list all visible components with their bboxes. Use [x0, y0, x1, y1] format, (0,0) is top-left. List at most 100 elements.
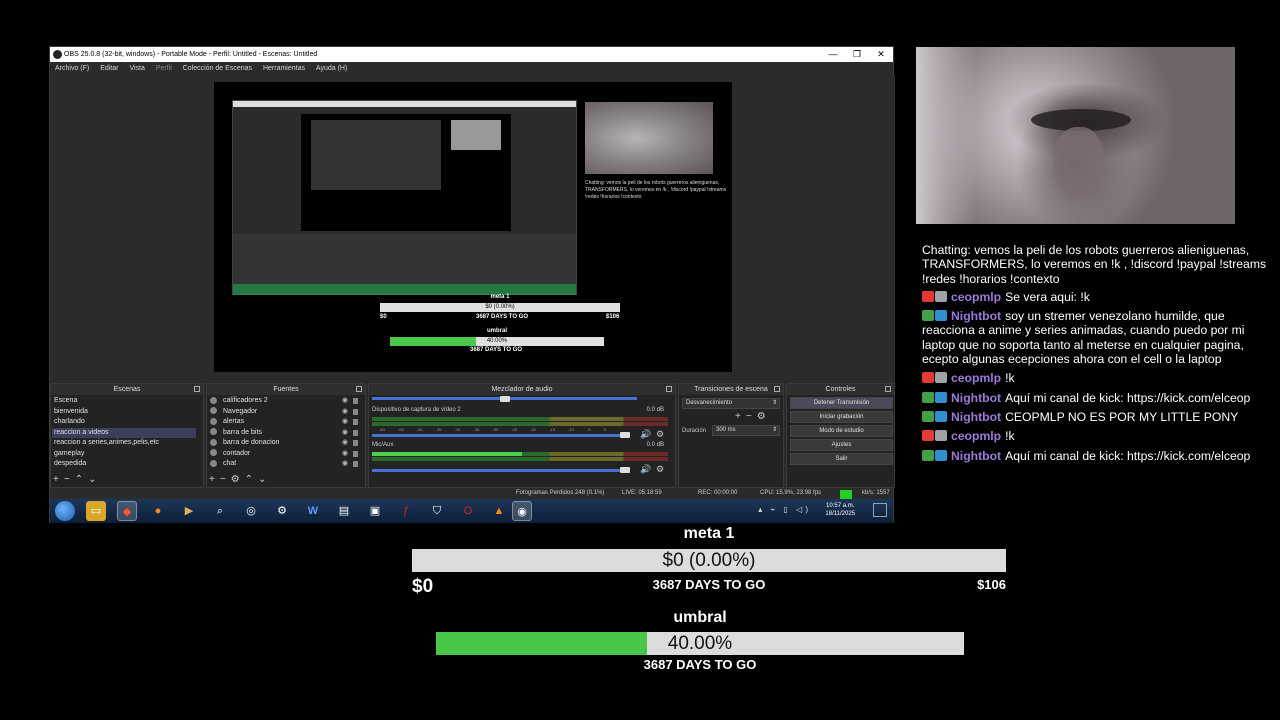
scene-item[interactable]: gameplay: [52, 449, 196, 460]
remove-scene-button[interactable]: −: [64, 474, 75, 485]
remove-transition-button[interactable]: −: [746, 411, 757, 422]
eye-icon[interactable]: ◉: [342, 407, 348, 418]
mixer-dock-title: Mezclador de audio: [491, 386, 553, 393]
add-scene-button[interactable]: +: [53, 474, 64, 485]
meta-goal-max: $106: [977, 577, 1006, 592]
flash-icon[interactable]: ƒ: [396, 501, 416, 521]
undock-icon[interactable]: [666, 386, 672, 392]
lock-icon[interactable]: [353, 408, 358, 415]
source-item[interactable]: barra de bits ◉: [208, 428, 358, 439]
system-tray[interactable]: ▴ ⌁ ▯ ◁): [758, 505, 811, 514]
show-desktop-button[interactable]: [873, 503, 887, 517]
gear-icon[interactable]: ⚙: [656, 464, 664, 475]
chat-overlay: Chatting: vemos la peli de los robots gu…: [922, 243, 1267, 468]
preview-meta-title: meta 1: [490, 294, 510, 300]
word-icon[interactable]: W: [303, 501, 323, 521]
source-item[interactable]: contador ◉: [208, 449, 358, 460]
network-icon[interactable]: ▤: [334, 501, 354, 521]
undock-icon[interactable]: [774, 386, 780, 392]
studio-mode-button[interactable]: Modo de estudio: [790, 425, 893, 437]
menu-archivo[interactable]: Archivo (F): [55, 62, 89, 75]
eye-icon[interactable]: ◉: [342, 417, 348, 428]
transitions-dock-title: Transiciones de escena: [694, 386, 768, 393]
scene-item-selected[interactable]: reaccion a videos: [52, 427, 196, 438]
settings-button[interactable]: Ajustes: [790, 439, 893, 451]
folder-icon[interactable]: ▭: [86, 501, 106, 521]
source-item[interactable]: alertas ◉: [208, 417, 358, 428]
opera-icon[interactable]: O: [458, 501, 478, 521]
start-button-icon[interactable]: [55, 501, 75, 521]
source-settings-icon[interactable]: ⚙: [231, 474, 245, 485]
source-item[interactable]: chat ◉: [208, 459, 358, 470]
lock-icon[interactable]: [353, 440, 358, 446]
volume-slider-knob[interactable]: [500, 396, 510, 402]
scene-item[interactable]: charlando: [52, 417, 196, 428]
gear-icon[interactable]: ⚙: [757, 411, 771, 422]
volume-slider-knob[interactable]: [620, 432, 630, 438]
move-down-button[interactable]: ⌄: [88, 474, 101, 485]
app-icon[interactable]: ◎: [241, 501, 261, 521]
eye-icon[interactable]: ◉: [342, 428, 348, 439]
firefox-icon[interactable]: ●: [148, 501, 168, 521]
lock-icon[interactable]: [353, 398, 358, 404]
lock-icon[interactable]: [353, 450, 358, 457]
eye-icon[interactable]: ◉: [342, 396, 348, 407]
menu-herramientas[interactable]: Herramientas: [263, 62, 305, 75]
vlc-icon[interactable]: ▲: [489, 501, 509, 521]
search-icon[interactable]: ⌕: [210, 501, 230, 521]
start-recording-button[interactable]: Iniciar grabación: [790, 411, 893, 423]
transition-select[interactable]: Desvanecimiento ⇕: [682, 398, 780, 409]
menu-coleccion-escenas[interactable]: Colección de Escenas: [183, 62, 252, 75]
speaker-icon[interactable]: 🔊: [640, 464, 651, 475]
obs-icon[interactable]: ◉: [512, 501, 532, 521]
eye-icon[interactable]: ◉: [342, 459, 348, 470]
duration-input[interactable]: 300 ms ⇕: [712, 425, 780, 436]
exit-button[interactable]: Salir: [790, 453, 893, 465]
clock-time: 10:57 a.m.: [826, 503, 855, 509]
shield-icon[interactable]: ⛉: [427, 501, 447, 521]
speaker-icon[interactable]: 🔊: [640, 429, 651, 440]
lock-icon[interactable]: [353, 419, 358, 425]
minimize-button[interactable]: —: [821, 47, 845, 62]
remove-source-button[interactable]: −: [220, 474, 231, 485]
source-item[interactable]: Navegador ◉: [208, 407, 358, 418]
undock-icon[interactable]: [885, 386, 891, 392]
menu-vista[interactable]: Vista: [129, 62, 144, 75]
add-source-button[interactable]: +: [209, 474, 220, 485]
lock-icon[interactable]: [353, 429, 358, 436]
obs-window: OBS 25.0.8 (32-bit, windows) - Portable …: [49, 46, 895, 523]
gear-icon[interactable]: ⚙: [656, 429, 664, 440]
menu-editar[interactable]: Editar: [100, 62, 118, 75]
move-up-button[interactable]: ⌃: [75, 474, 88, 485]
obs-titlebar[interactable]: OBS 25.0.8 (32-bit, windows) - Portable …: [50, 47, 893, 62]
stop-streaming-button[interactable]: Detener Transmisión: [790, 397, 893, 409]
undock-icon[interactable]: [194, 386, 200, 392]
maximize-button[interactable]: ❐: [845, 47, 869, 62]
undock-icon[interactable]: [356, 386, 362, 392]
menu-ayuda[interactable]: Ayuda (H): [316, 62, 347, 75]
scene-item[interactable]: reaccion a series,animes,pelis,etc: [52, 438, 196, 449]
scene-item[interactable]: Escena: [52, 396, 196, 407]
source-item[interactable]: barra de donacion ◉: [208, 438, 358, 449]
stepper-icon[interactable]: ⇕: [772, 426, 777, 435]
program-preview[interactable]: Chatting: vemos la peli de los robots gu…: [214, 82, 732, 372]
umbral-goal-days: 3687 DAYS TO GO: [643, 657, 757, 672]
move-down-button[interactable]: ⌄: [258, 474, 271, 485]
gear-icon[interactable]: ⚙: [272, 501, 292, 521]
add-transition-button[interactable]: +: [735, 411, 746, 422]
volume-slider-knob[interactable]: [620, 467, 630, 473]
clock[interactable]: 10:57 a.m. 18/11/2025: [825, 502, 855, 518]
brave-icon[interactable]: ◆: [117, 501, 137, 521]
lock-icon[interactable]: [353, 461, 358, 467]
move-up-button[interactable]: ⌃: [245, 474, 258, 485]
monitor-icon[interactable]: ▣: [365, 501, 385, 521]
source-item[interactable]: calificadores 2 ◉: [208, 396, 358, 407]
menu-perfil[interactable]: Perfil: [156, 62, 172, 75]
obs-logo-icon: [53, 50, 62, 59]
eye-icon[interactable]: ◉: [342, 438, 348, 449]
scene-item[interactable]: bienvenida: [52, 407, 196, 418]
eye-icon[interactable]: ◉: [342, 449, 348, 460]
media-icon[interactable]: ▶: [179, 501, 199, 521]
scene-item[interactable]: despedida: [52, 459, 196, 470]
close-button[interactable]: ✕: [869, 47, 893, 62]
